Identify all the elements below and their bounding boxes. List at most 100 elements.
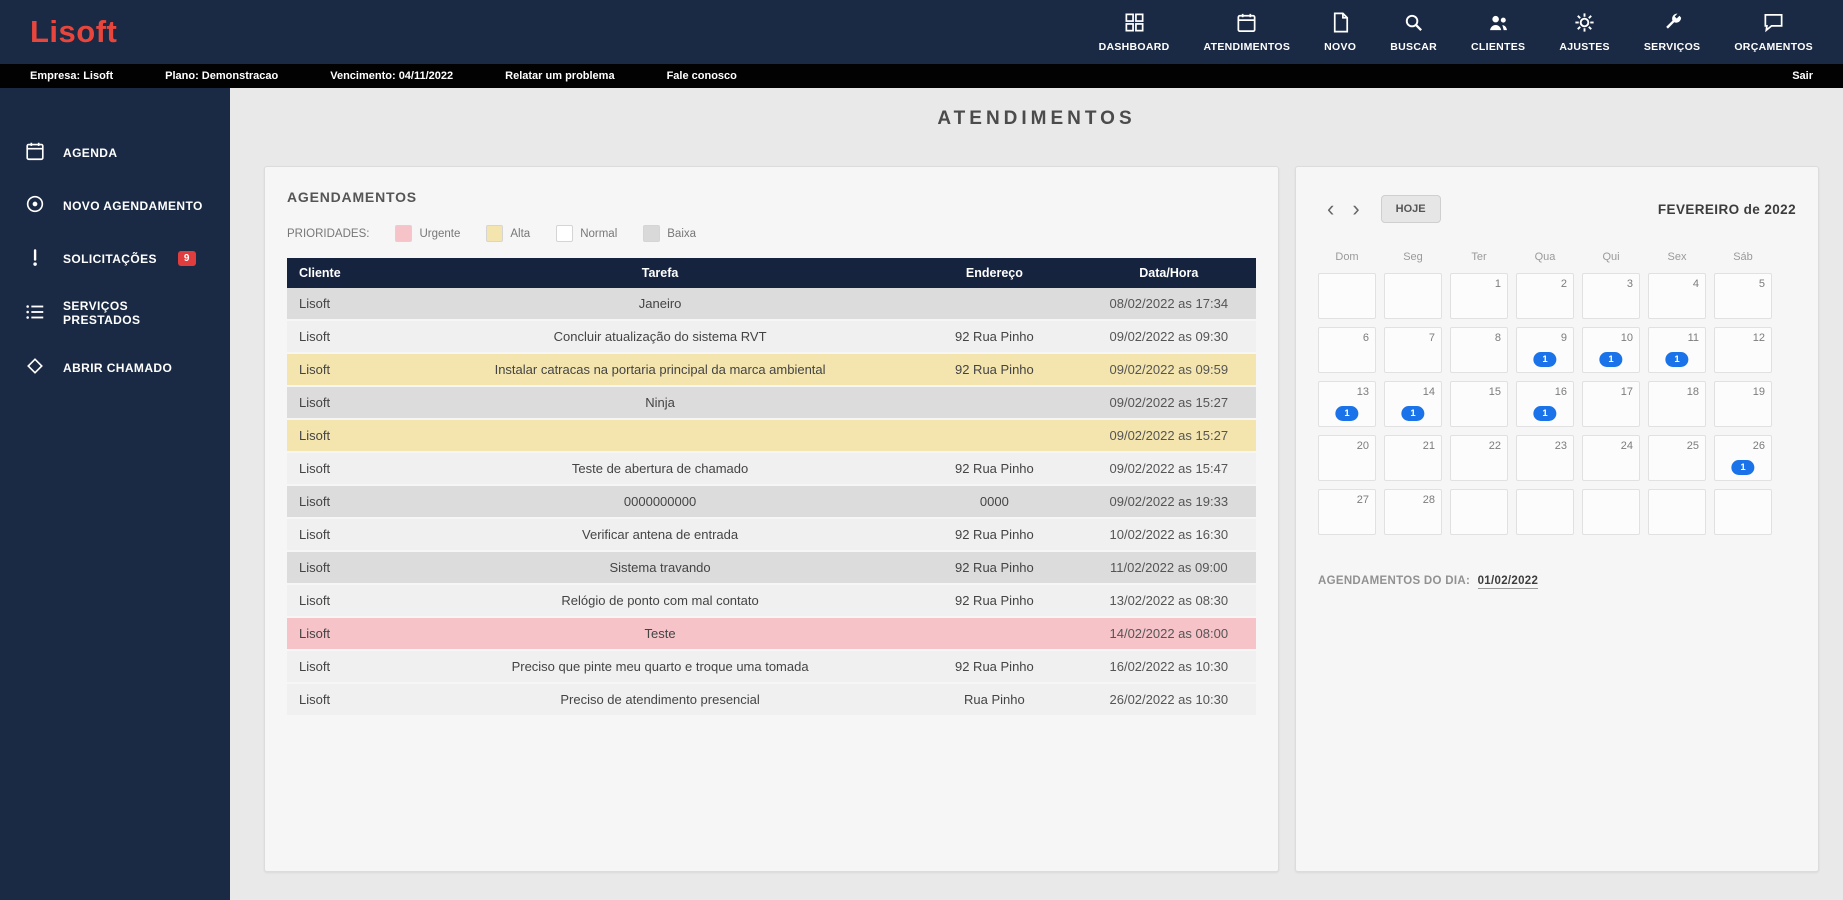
legend-baixa: Baixa: [643, 225, 696, 242]
calendar-prev-button[interactable]: ‹: [1318, 198, 1343, 220]
calendar-event-badge[interactable]: 1: [1665, 352, 1688, 367]
cell-datahora: 10/02/2022 as 16:30: [1082, 518, 1256, 551]
calendar-event-badge[interactable]: 1: [1599, 352, 1622, 367]
calendar-cell: [1582, 489, 1640, 535]
sidebar-item-agenda[interactable]: AGENDA: [0, 126, 230, 179]
legend-label: Baixa: [667, 228, 696, 240]
cell-cliente: Lisoft: [287, 518, 413, 551]
table-row[interactable]: LisoftTeste de abertura de chamado92 Rua…: [287, 452, 1256, 485]
nav-dashboard[interactable]: DASHBOARD: [1099, 11, 1170, 53]
table-row[interactable]: LisoftPreciso de atendimento presencialR…: [287, 683, 1256, 716]
calendar-cell[interactable]: 261: [1714, 435, 1772, 481]
today-button[interactable]: HOJE: [1381, 195, 1441, 223]
calendar-day-number: 2: [1561, 278, 1567, 290]
calendar-cell[interactable]: 3: [1582, 273, 1640, 319]
sidebar-item-novo-agendamento[interactable]: NOVO AGENDAMENTO: [0, 179, 230, 232]
table-row[interactable]: LisoftVerificar antena de entrada92 Rua …: [287, 518, 1256, 551]
report-problem-link[interactable]: Relatar um problema: [505, 70, 614, 82]
day-schedule-date[interactable]: 01/02/2022: [1478, 575, 1539, 589]
calendar-cell[interactable]: 23: [1516, 435, 1574, 481]
nav-buscar[interactable]: BUSCAR: [1390, 11, 1437, 53]
calendar-dayname: Qua: [1516, 251, 1574, 263]
calendar-next-button[interactable]: ›: [1343, 198, 1368, 220]
table-row[interactable]: LisoftRelógio de ponto com mal contato92…: [287, 584, 1256, 617]
nav-orcamentos[interactable]: ORÇAMENTOS: [1734, 11, 1813, 53]
cell-cliente: Lisoft: [287, 288, 413, 320]
nav-atendimentos[interactable]: ATENDIMENTOS: [1204, 11, 1291, 53]
calendar-cell[interactable]: 6: [1318, 327, 1376, 373]
calendar-cell[interactable]: 17: [1582, 381, 1640, 427]
calendar-cell[interactable]: 91: [1516, 327, 1574, 373]
calendar-month-title: FEVEREIRO de 2022: [1658, 202, 1796, 217]
calendar-cell[interactable]: 161: [1516, 381, 1574, 427]
calendar-cell[interactable]: 27: [1318, 489, 1376, 535]
calendar-cell[interactable]: 12: [1714, 327, 1772, 373]
calendar-event-badge[interactable]: 1: [1731, 460, 1754, 475]
calendar-cell[interactable]: 24: [1582, 435, 1640, 481]
calendar-cell[interactable]: 19: [1714, 381, 1772, 427]
nav-clientes[interactable]: CLIENTES: [1471, 11, 1525, 53]
calendar-day-number: 19: [1753, 386, 1765, 398]
cell-cliente: Lisoft: [287, 650, 413, 683]
calendar-event-badge[interactable]: 1: [1533, 406, 1556, 421]
calendar-day-number: 25: [1687, 440, 1699, 452]
logout-link[interactable]: Sair: [1792, 70, 1813, 82]
calendar-cell[interactable]: 131: [1318, 381, 1376, 427]
calendar-cell[interactable]: 2: [1516, 273, 1574, 319]
calendar-cell[interactable]: 21: [1384, 435, 1442, 481]
contact-link[interactable]: Fale conosco: [667, 70, 737, 82]
sidebar-item-servicos-prestados[interactable]: SERVIÇOS PRESTADOS: [0, 285, 230, 341]
table-row[interactable]: LisoftConcluir atualização do sistema RV…: [287, 320, 1256, 353]
app-logo[interactable]: Lisoft: [30, 14, 117, 50]
calendar-cell[interactable]: 5: [1714, 273, 1772, 319]
dashboard-icon: [1123, 11, 1146, 37]
calendar-day-number: 7: [1429, 332, 1435, 344]
nav-label: AJUSTES: [1559, 41, 1610, 53]
cell-datahora: 11/02/2022 as 09:00: [1082, 551, 1256, 584]
calendar-cell[interactable]: 25: [1648, 435, 1706, 481]
calendar-cell[interactable]: 15: [1450, 381, 1508, 427]
calendar-cell[interactable]: 111: [1648, 327, 1706, 373]
table-row[interactable]: Lisoft0000000000000009/02/2022 as 19:33: [287, 485, 1256, 518]
table-row[interactable]: LisoftInstalar catracas na portaria prin…: [287, 353, 1256, 386]
table-row[interactable]: LisoftPreciso que pinte meu quarto e tro…: [287, 650, 1256, 683]
calendar-event-badge[interactable]: 1: [1335, 406, 1358, 421]
table-row[interactable]: LisoftNinja09/02/2022 as 15:27: [287, 386, 1256, 419]
cell-endereco: 92 Rua Pinho: [907, 518, 1081, 551]
cell-tarefa: Teste: [413, 617, 907, 650]
table-row[interactable]: LisoftJaneiro08/02/2022 as 17:34: [287, 288, 1256, 320]
legend-label: Alta: [510, 228, 530, 240]
sidebar-item-abrir-chamado[interactable]: ABRIR CHAMADO: [0, 341, 230, 394]
nav-servicos[interactable]: SERVIÇOS: [1644, 11, 1700, 53]
list-icon: [24, 301, 46, 326]
calendar-cell[interactable]: 22: [1450, 435, 1508, 481]
table-row[interactable]: LisoftTeste14/02/2022 as 08:00: [287, 617, 1256, 650]
sidebar-item-solicitacoes[interactable]: SOLICITAÇÕES 9: [0, 232, 230, 285]
exclamation-icon: [24, 246, 46, 271]
nav-label: NOVO: [1324, 41, 1356, 53]
table-row[interactable]: LisoftSistema travando92 Rua Pinho11/02/…: [287, 551, 1256, 584]
calendar-cell[interactable]: 7: [1384, 327, 1442, 373]
column-header: Data/Hora: [1082, 258, 1256, 288]
calendar-cell[interactable]: 28: [1384, 489, 1442, 535]
alta-swatch: [486, 225, 503, 242]
calendar-cell[interactable]: 4: [1648, 273, 1706, 319]
calendar-event-badge[interactable]: 1: [1533, 352, 1556, 367]
calendar-cell[interactable]: 20: [1318, 435, 1376, 481]
cell-cliente: Lisoft: [287, 386, 413, 419]
due-date-label: Vencimento: 04/11/2022: [330, 70, 453, 82]
calendar-cell[interactable]: 1: [1450, 273, 1508, 319]
nav-novo[interactable]: NOVO: [1324, 11, 1356, 53]
cell-tarefa: Concluir atualização do sistema RVT: [413, 320, 907, 353]
calendar-cell[interactable]: 18: [1648, 381, 1706, 427]
table-row[interactable]: Lisoft09/02/2022 as 15:27: [287, 419, 1256, 452]
calendar-cell[interactable]: 141: [1384, 381, 1442, 427]
calendar-event-badge[interactable]: 1: [1401, 406, 1424, 421]
calendar-cell[interactable]: 8: [1450, 327, 1508, 373]
cell-endereco: 92 Rua Pinho: [907, 320, 1081, 353]
cell-endereco: 92 Rua Pinho: [907, 584, 1081, 617]
calendar-day-number: 4: [1693, 278, 1699, 290]
calendar-cell[interactable]: 101: [1582, 327, 1640, 373]
sidebar-item-label: ABRIR CHAMADO: [63, 361, 172, 375]
nav-ajustes[interactable]: AJUSTES: [1559, 11, 1610, 53]
